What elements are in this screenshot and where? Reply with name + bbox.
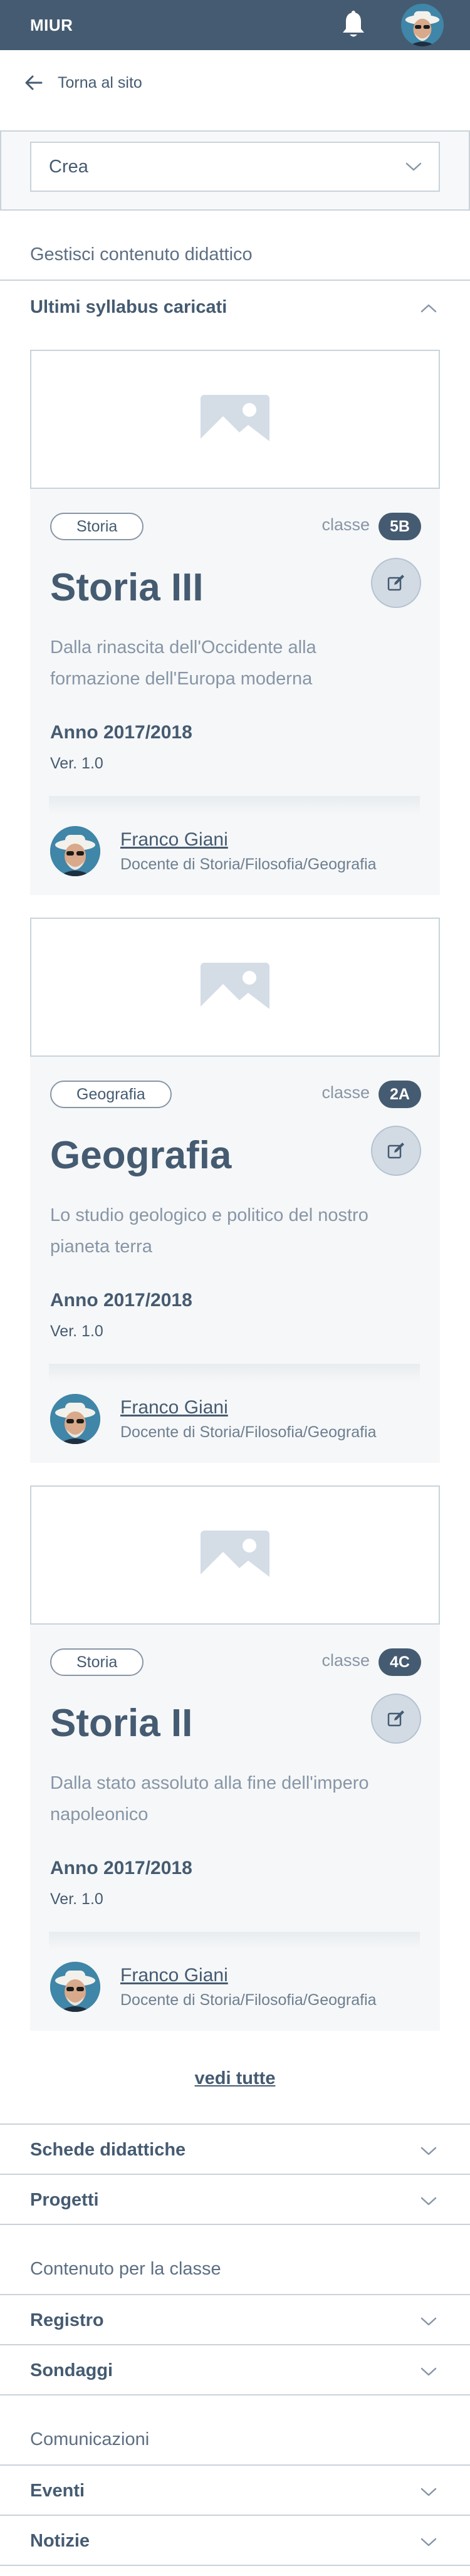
card-year: Anno 2017/2018: [50, 1290, 192, 1311]
accordion-progetti-title: Progetti: [30, 2189, 99, 2210]
card-title[interactable]: Storia II: [50, 1701, 192, 1746]
back-label: Torna al sito: [58, 73, 142, 92]
syllabus-card[interactable]: Storia classe 5B Storia III Dalla rinasc…: [30, 350, 440, 895]
accordion-registro[interactable]: Registro: [0, 2295, 470, 2345]
brand-logo: MIUR: [30, 15, 73, 34]
author-role: Docente di Storia/Filosofia/Geografia: [120, 1423, 377, 1441]
chevron-down-icon: [420, 2488, 437, 2496]
edit-icon: [387, 575, 404, 591]
accordion-eventi-title: Eventi: [30, 2480, 85, 2501]
edit-button[interactable]: [371, 1126, 421, 1176]
section-title-contenuto: Contenuto per la classe: [30, 2259, 221, 2279]
chevron-down-icon: [420, 2317, 437, 2326]
card-author: Franco Giani Docente di Storia/Filosofia…: [50, 825, 377, 877]
accordion-schede[interactable]: Schede didattiche: [0, 2125, 470, 2175]
divider: [0, 2224, 470, 2225]
image-placeholder: [30, 350, 440, 489]
divider: [49, 1364, 420, 1383]
subject-tag[interactable]: Geografia: [50, 1081, 172, 1108]
chevron-down-icon: [420, 2538, 437, 2547]
crea-select[interactable]: Crea: [30, 142, 440, 192]
chevron-down-icon: [420, 2147, 437, 2155]
classe-badge: 5B: [379, 513, 421, 540]
image-placeholder: [30, 1485, 440, 1625]
card-version: Ver. 1.0: [50, 1322, 103, 1340]
accordion-progetti[interactable]: Progetti: [0, 2175, 470, 2225]
accordion-syllabus-title: Ultimi syllabus caricati: [30, 296, 227, 317]
card-author: Franco Giani Docente di Storia/Filosofia…: [50, 1961, 377, 2013]
avatar[interactable]: [401, 4, 444, 46]
card-author: Franco Giani Docente di Storia/Filosofia…: [50, 1393, 377, 1445]
back-to-site-link[interactable]: Torna al sito: [24, 70, 142, 95]
divider: [49, 796, 420, 815]
accordion-notizie[interactable]: Notizie: [0, 2516, 470, 2566]
image-placeholder-icon: [201, 1531, 269, 1579]
image-placeholder: [30, 918, 440, 1057]
card-description: Dalla stato assoluto alla fine dell'impe…: [50, 1773, 369, 1825]
author-name-link[interactable]: Franco Giani: [120, 1397, 377, 1418]
top-bar: MIUR: [0, 0, 470, 50]
accordion-sondaggi[interactable]: Sondaggi: [0, 2345, 470, 2395]
divider: [0, 2394, 470, 2395]
accordion-registro-title: Registro: [30, 2310, 104, 2330]
card-version: Ver. 1.0: [50, 1890, 103, 1908]
accordion-eventi[interactable]: Eventi: [0, 2466, 470, 2516]
card-description: Lo studio geologico e politico del nostr…: [50, 1205, 368, 1257]
accordion-schede-title: Schede didattiche: [30, 2139, 186, 2160]
card-year: Anno 2017/2018: [50, 1858, 192, 1878]
section-title-comunicazioni: Comunicazioni: [30, 2429, 150, 2449]
classe-label: classe: [321, 1651, 370, 1670]
accordion-syllabus[interactable]: Ultimi syllabus caricati: [0, 282, 470, 332]
classe-label: classe: [321, 515, 370, 534]
accordion-notizie-title: Notizie: [30, 2530, 90, 2551]
author-name-link[interactable]: Franco Giani: [120, 1965, 377, 1986]
edit-button[interactable]: [371, 558, 421, 608]
crea-panel: Crea: [0, 130, 470, 211]
classe-label: classe: [321, 1083, 370, 1102]
accordion-sondaggi-title: Sondaggi: [30, 2360, 113, 2380]
edit-icon: [387, 1143, 404, 1159]
author-role: Docente di Storia/Filosofia/Geografia: [120, 1991, 377, 2009]
classe-badge: 2A: [379, 1081, 421, 1108]
card-year: Anno 2017/2018: [50, 722, 192, 743]
card-description: Dalla rinascita dell'Occidente alla form…: [50, 637, 316, 689]
chevron-down-icon: [420, 2197, 437, 2206]
subject-tag[interactable]: Storia: [50, 513, 144, 540]
card-title[interactable]: Geografia: [50, 1133, 231, 1178]
card-version: Ver. 1.0: [50, 755, 103, 772]
classe-badge: 4C: [379, 1648, 421, 1676]
image-placeholder-icon: [201, 963, 269, 1012]
chevron-down-icon: [420, 2367, 437, 2376]
author-name-link[interactable]: Franco Giani: [120, 829, 377, 851]
bell-icon[interactable]: [337, 9, 370, 41]
avatar: [50, 826, 100, 876]
avatar: [50, 1394, 100, 1444]
edit-button[interactable]: [371, 1694, 421, 1744]
divider: [0, 2565, 470, 2566]
card-title[interactable]: Storia III: [50, 565, 204, 610]
image-placeholder-icon: [201, 395, 269, 444]
edit-icon: [387, 1710, 404, 1727]
divider: [0, 280, 470, 281]
chevron-up-icon: [420, 304, 437, 313]
avatar: [50, 1962, 100, 2012]
syllabus-card[interactable]: Geografia classe 2A Geografia Lo studio …: [30, 918, 440, 1463]
crea-select-value: Crea: [49, 156, 88, 177]
author-role: Docente di Storia/Filosofia/Geografia: [120, 855, 377, 873]
subject-tag[interactable]: Storia: [50, 1648, 144, 1676]
see-all-link[interactable]: vedi tutte: [195, 2068, 276, 2088]
arrow-left-icon: [25, 75, 43, 90]
see-all-row: vedi tutte: [0, 2068, 470, 2089]
section-title-gestisci: Gestisci contenuto didattico: [30, 244, 253, 264]
syllabus-card[interactable]: Storia classe 4C Storia II Dalla stato a…: [30, 1485, 440, 2031]
divider: [49, 1932, 420, 1950]
chevron-down-icon: [405, 162, 422, 171]
